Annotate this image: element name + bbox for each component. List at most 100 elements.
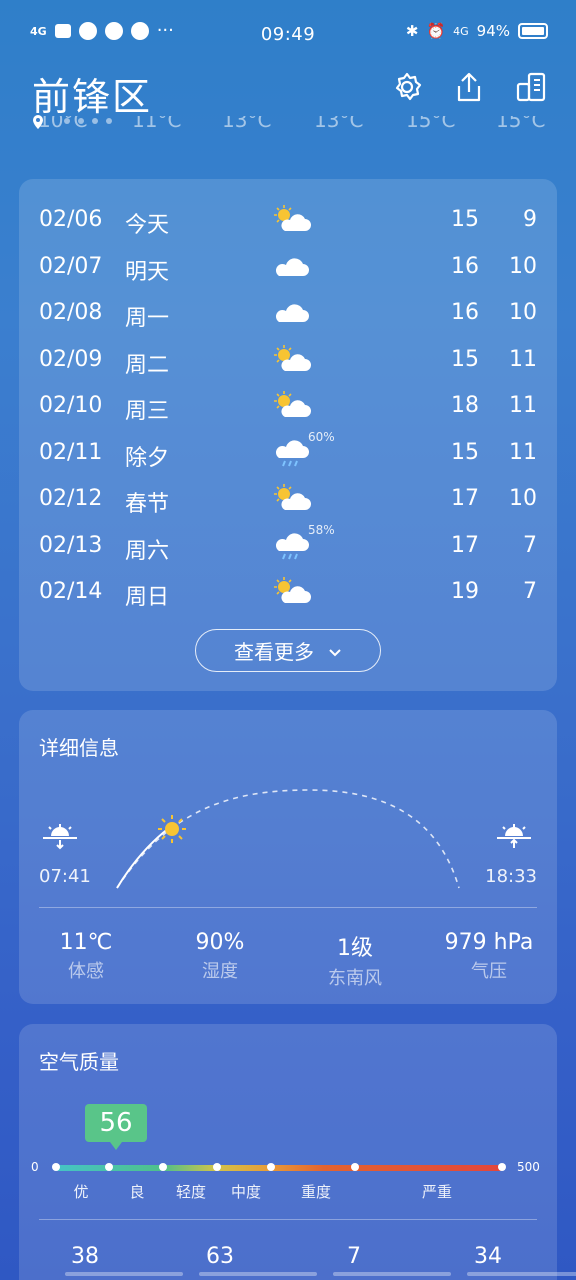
aqi-scale-bar xyxy=(55,1165,503,1171)
divider xyxy=(39,907,537,908)
forecast-date: 02/12 xyxy=(39,486,103,511)
sunset-icon xyxy=(495,820,533,854)
status-right: ✱ ⏰ 4G 94% xyxy=(406,22,548,40)
see-more-button[interactable]: 查看更多 xyxy=(195,629,381,672)
metric-label: 体感 xyxy=(68,961,104,982)
humidity-metric: 90% 湿度 xyxy=(155,930,285,983)
precipitation-probability: 60% xyxy=(308,429,335,444)
forecast-row[interactable]: 02/14 周日 19 7 xyxy=(19,569,557,615)
forecast-row[interactable]: 02/07 明天 16 10 xyxy=(19,244,557,290)
forecast-day: 周六 xyxy=(125,538,170,564)
aqi-level-label: 轻度 xyxy=(175,1183,206,1201)
hourly-temp: 15°C xyxy=(406,116,456,132)
pollutant-bar xyxy=(65,1272,183,1276)
forecast-row[interactable]: 02/12 春节 17 10 xyxy=(19,476,557,522)
hourly-temp: 15°C xyxy=(496,116,546,132)
forecast-date: 02/11 xyxy=(39,439,103,465)
precipitation-probability: 58% xyxy=(308,522,335,537)
forecast-row[interactable]: 02/08 周一 16 10 xyxy=(19,290,557,336)
forecast-row[interactable]: 02/10 周三 18 11 xyxy=(19,383,557,429)
forecast-low: 11 xyxy=(509,393,537,418)
forecast-day: 周日 xyxy=(125,585,170,610)
forecast-date: 02/10 xyxy=(39,393,103,418)
battery-percent: 94% xyxy=(476,22,510,40)
metric-label: 气压 xyxy=(471,961,507,982)
divider xyxy=(39,1219,537,1220)
city-name[interactable]: 前锋区 xyxy=(32,66,152,121)
forecast-high: 15 xyxy=(451,346,479,372)
aqi-title: 空气质量 xyxy=(39,1050,119,1074)
aqi-scale-tick xyxy=(213,1163,221,1171)
sun-position-icon xyxy=(157,814,187,848)
forecast-day: 今天 xyxy=(125,213,170,238)
chevron-down-icon xyxy=(328,639,342,663)
forecast-row[interactable]: 02/13 周六 58% 17 7 xyxy=(19,523,557,569)
sunrise-icon xyxy=(41,820,79,854)
pollutant-bar xyxy=(333,1272,451,1276)
forecast-high: 15 xyxy=(451,439,479,465)
aqi-level-label: 优 xyxy=(73,1183,89,1201)
forecast-row[interactable]: 02/09 周二 15 11 xyxy=(19,337,557,383)
sunset-time: 18:33 xyxy=(485,866,537,887)
forecast-day: 周二 xyxy=(125,352,170,378)
forecast-low: 10 xyxy=(509,300,537,325)
forecast-day: 明天 xyxy=(125,259,170,285)
metric-label: 东南风 xyxy=(328,968,382,989)
detail-info-card: 详细信息 07:41 18:33 11℃ 体感 90% 湿度 1级 东南风 97… xyxy=(19,710,557,1004)
aqi-scale-tick xyxy=(498,1163,506,1171)
see-more-label: 查看更多 xyxy=(234,640,314,664)
aqi-scale-max: 500 xyxy=(517,1160,540,1174)
forecast-row[interactable]: 02/11 除夕 60% 15 11 xyxy=(19,430,557,476)
forecast-low: 10 xyxy=(509,253,537,279)
alarm-icon: ⏰ xyxy=(426,22,446,40)
forecast-date: 02/08 xyxy=(39,300,103,325)
location-pin-icon xyxy=(32,114,44,134)
forecast-low: 9 xyxy=(523,207,537,232)
aqi-scale-tick xyxy=(52,1163,60,1171)
forecast-row[interactable]: 02/06 今天 15 9 xyxy=(19,197,557,243)
share-icon[interactable] xyxy=(452,70,486,104)
metric-value: 979 hPa xyxy=(444,930,534,955)
rain-icon xyxy=(271,436,311,470)
cloudy-icon xyxy=(271,296,311,330)
forecast-date: 02/07 xyxy=(39,253,103,279)
forecast-high: 15 xyxy=(451,207,479,232)
pollutant-bar xyxy=(467,1272,576,1276)
cloudy-icon xyxy=(271,250,311,284)
partly-cloudy-icon xyxy=(271,203,311,237)
forecast-date: 02/13 xyxy=(39,532,103,558)
forecast-date: 02/06 xyxy=(39,207,103,232)
bluetooth-icon: ✱ xyxy=(405,22,419,40)
forecast-high: 17 xyxy=(451,486,479,511)
metric-value: 90% xyxy=(195,930,245,955)
battery-icon xyxy=(518,23,548,39)
gear-icon[interactable] xyxy=(390,70,424,104)
hourly-temp: 11°C xyxy=(132,116,182,132)
forecast-date: 02/14 xyxy=(39,579,103,604)
hourly-temp: 13°C xyxy=(314,116,364,132)
page-indicator xyxy=(64,118,112,124)
pollutant-value: 7 xyxy=(347,1244,361,1269)
status-bar: 4G ··· 09:49 ✱ ⏰ 4G 94% xyxy=(0,0,576,66)
air-quality-card[interactable]: 空气质量 56 0 500 优 良 轻度 中度 重度 严重 38 63 7 34 xyxy=(19,1024,576,1280)
forecast-low: 7 xyxy=(523,579,537,604)
forecast-day: 除夕 xyxy=(125,445,170,471)
forecast-high: 17 xyxy=(451,532,479,558)
rain-icon xyxy=(271,529,311,563)
forecast-high: 19 xyxy=(451,579,479,604)
pollutant-value: 63 xyxy=(206,1244,234,1269)
aqi-scale-tick xyxy=(159,1163,167,1171)
forecast-date: 02/09 xyxy=(39,346,103,372)
network-indicator-2: 4G xyxy=(453,24,469,38)
city-list-icon[interactable] xyxy=(514,70,548,104)
forecast-day: 周三 xyxy=(125,399,170,424)
hourly-temp: 13°C xyxy=(222,116,272,132)
aqi-level-label: 严重 xyxy=(421,1183,452,1201)
forecast-low: 7 xyxy=(523,532,537,558)
partly-cloudy-icon xyxy=(271,389,311,423)
pollutant-value: 38 xyxy=(71,1244,99,1269)
aqi-level-label: 重度 xyxy=(300,1183,331,1201)
forecast-low: 10 xyxy=(509,486,537,511)
metric-label: 湿度 xyxy=(202,961,238,982)
header: 前锋区 xyxy=(0,62,576,121)
